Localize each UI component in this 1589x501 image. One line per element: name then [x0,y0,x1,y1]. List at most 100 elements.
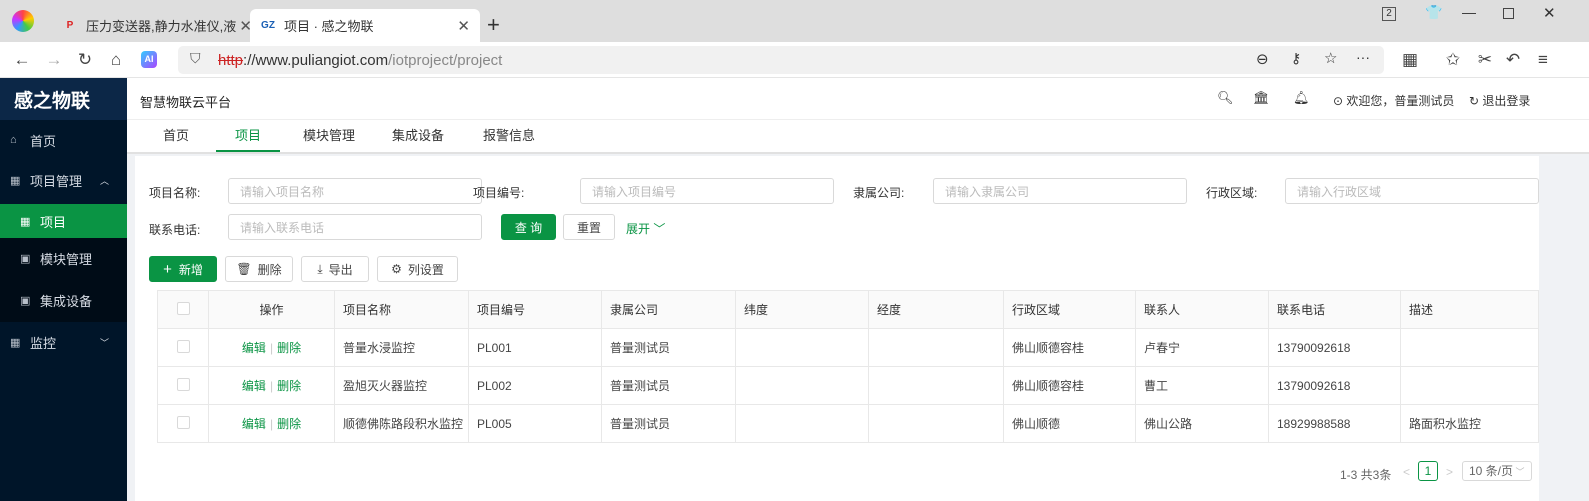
phone-input[interactable]: 请输入联系电话 [228,214,482,240]
search-icon[interactable]: 🔍︎ [1217,90,1234,106]
sidebar-item-home[interactable]: ⌂ 首页 [0,120,127,160]
filter-code-label: 项目编号: [473,186,525,200]
zoom-out-icon[interactable]: ⊖ [1256,50,1269,68]
browser-tab-active[interactable]: GZ 项目 · 感之物联 ✕ [250,9,480,42]
cell-name: 普量水浸监控 [334,328,469,367]
back-icon[interactable]: ← [12,50,32,70]
expand-link[interactable]: 展开 ﹀ [626,220,665,237]
cell-phone: 13790092618 [1268,366,1401,405]
user-welcome[interactable]: ⊙ 欢迎您，普量测试员 [1333,92,1454,109]
apps-grid-icon[interactable]: ▦ [1400,50,1420,70]
table-row: 编辑 | 删除 盈旭灭火器监控 PL002 普量测试员 佛山顺德容桂 曹工 1379009261… [157,366,1539,405]
skin-icon[interactable]: 👕 [1425,4,1442,21]
query-button[interactable]: 查 询 [501,214,556,240]
cell-desc [1400,328,1539,367]
page-1-button[interactable]: 1 [1418,461,1438,481]
forward-icon[interactable]: → [44,50,64,70]
sidebar-item-label: 监控 [30,335,57,351]
export-label: 导出 [328,262,353,277]
password-key-icon[interactable]: ⚷ [1291,50,1301,67]
favicon-icon: GZ [261,20,275,31]
next-page-icon[interactable]: > [1446,465,1453,479]
select-all-checkbox[interactable] [176,301,190,315]
new-tab-button[interactable]: + [487,12,500,38]
favicon-icon: P [66,20,74,31]
cell-lat [735,404,869,443]
welcome-text: 欢迎您，普量测试员 [1346,94,1455,108]
logout-button[interactable]: ↻ 退出登录 [1469,92,1530,109]
more-icon[interactable]: ··· [1356,49,1370,65]
cell-contact: 曹工 [1135,366,1269,405]
tab-alarms[interactable]: 报警信息 [477,120,541,152]
delete-button[interactable]: 🗑︎ 删除 [225,256,293,282]
sidebar-item-label: 首页 [30,133,57,149]
home-icon[interactable]: ⌂ [106,50,126,70]
device-icon: ▣ [20,294,31,307]
plus-icon: + [163,260,172,278]
filter-region-label: 行政区域: [1206,186,1258,200]
prev-page-icon[interactable]: < [1403,465,1410,479]
cell-phone: 18929988588 [1268,404,1401,443]
add-button[interactable]: + 新增 [149,256,217,282]
insecure-shield-icon: ⛉ [190,50,201,66]
menu-icon[interactable]: ≡ [1533,50,1553,70]
sidebar-item-monitor[interactable]: ▦ 监控 ﹀ [0,322,127,362]
close-window-icon[interactable]: ✕ [1543,4,1556,22]
trash-icon: 🗑︎ [236,262,252,276]
cell-name: 盈旭灭火器监控 [334,366,469,405]
browser-logo-icon [12,10,34,32]
grid-icon: ▦ [10,174,21,187]
app-header: 智慧物联云平台 🔍︎ 🏛︎ 🔔︎ ⊙ 欢迎您，普量测试员 ↻ 退出登录 [127,78,1589,120]
address-bar[interactable]: ⛉ http ://www.puliangiot.com /iotproject… [178,46,1384,74]
column-header: 纬度 [735,290,869,329]
project-table: 操作 项目名称 项目编号 隶属公司 纬度 经度 行政区域 联系人 联系电话 描述… [157,290,1539,443]
undo-icon[interactable]: ↶ [1503,50,1523,70]
page-size-select[interactable]: 10 条/页 ﹀ [1462,461,1532,481]
logout-label: 退出登录 [1482,94,1531,108]
edit-link[interactable]: 编辑 [242,341,266,355]
edit-link[interactable]: 编辑 [242,417,266,431]
tab-count-badge[interactable]: 2 [1382,7,1396,21]
bookmark-star-icon[interactable]: ☆ [1324,49,1337,67]
tab-home[interactable]: 首页 [144,120,208,152]
delete-link[interactable]: 删除 [277,379,301,393]
sidebar-item-modules[interactable]: ▣ 模块管理 [0,238,127,278]
column-header: 描述 [1400,290,1539,329]
browser-tab[interactable]: P 压力变送器,静力水准仪,液位传 ✕ [52,9,262,42]
sidebar-item-devices[interactable]: ▣ 集成设备 [0,278,127,322]
project-name-input[interactable]: 请输入项目名称 [228,178,482,204]
row-checkbox[interactable] [176,415,190,429]
maximize-icon[interactable] [1503,8,1514,19]
reset-button[interactable]: 重置 [563,214,615,240]
ai-icon[interactable]: AI [141,51,157,68]
sidebar-item-project[interactable]: ▦ 项目 [0,204,127,238]
column-header: 经度 [868,290,1004,329]
tab-modules[interactable]: 模块管理 [297,120,361,152]
tab-project[interactable]: 项目 [216,120,280,152]
row-checkbox[interactable] [176,339,190,353]
region-input[interactable]: 请输入行政区域 [1285,178,1539,204]
column-header: 行政区域 [1003,290,1136,329]
bell-icon[interactable]: 🔔︎ [1293,90,1310,106]
edit-link[interactable]: 编辑 [242,379,266,393]
delete-link[interactable]: 删除 [277,341,301,355]
row-checkbox[interactable] [176,377,190,391]
delete-link[interactable]: 删除 [277,417,301,431]
company-input[interactable]: 请输入隶属公司 [933,178,1187,204]
bank-icon[interactable]: 🏛︎ [1253,90,1270,106]
tab-devices[interactable]: 集成设备 [386,120,450,152]
sidebar-item-project-management[interactable]: ▦ 项目管理 ︿ [0,160,127,200]
project-code-input[interactable]: 请输入项目编号 [580,178,834,204]
cell-lat [735,366,869,405]
favorites-icon[interactable]: ✩ [1443,50,1463,70]
divider: | [269,379,274,393]
close-tab-icon[interactable]: ✕ [457,17,470,35]
scissors-icon[interactable]: ✂ [1475,50,1495,70]
reload-icon[interactable]: ↻ [75,50,95,70]
export-button[interactable]: ⤓ 导出 [301,256,369,282]
minimize-icon[interactable]: — [1462,4,1476,20]
pagination-total: 1-3 共3条 [1340,468,1392,482]
filter-company-label: 隶属公司: [853,186,905,200]
column-header: 联系电话 [1268,290,1401,329]
column-settings-button[interactable]: ⚙ 列设置 [377,256,458,282]
